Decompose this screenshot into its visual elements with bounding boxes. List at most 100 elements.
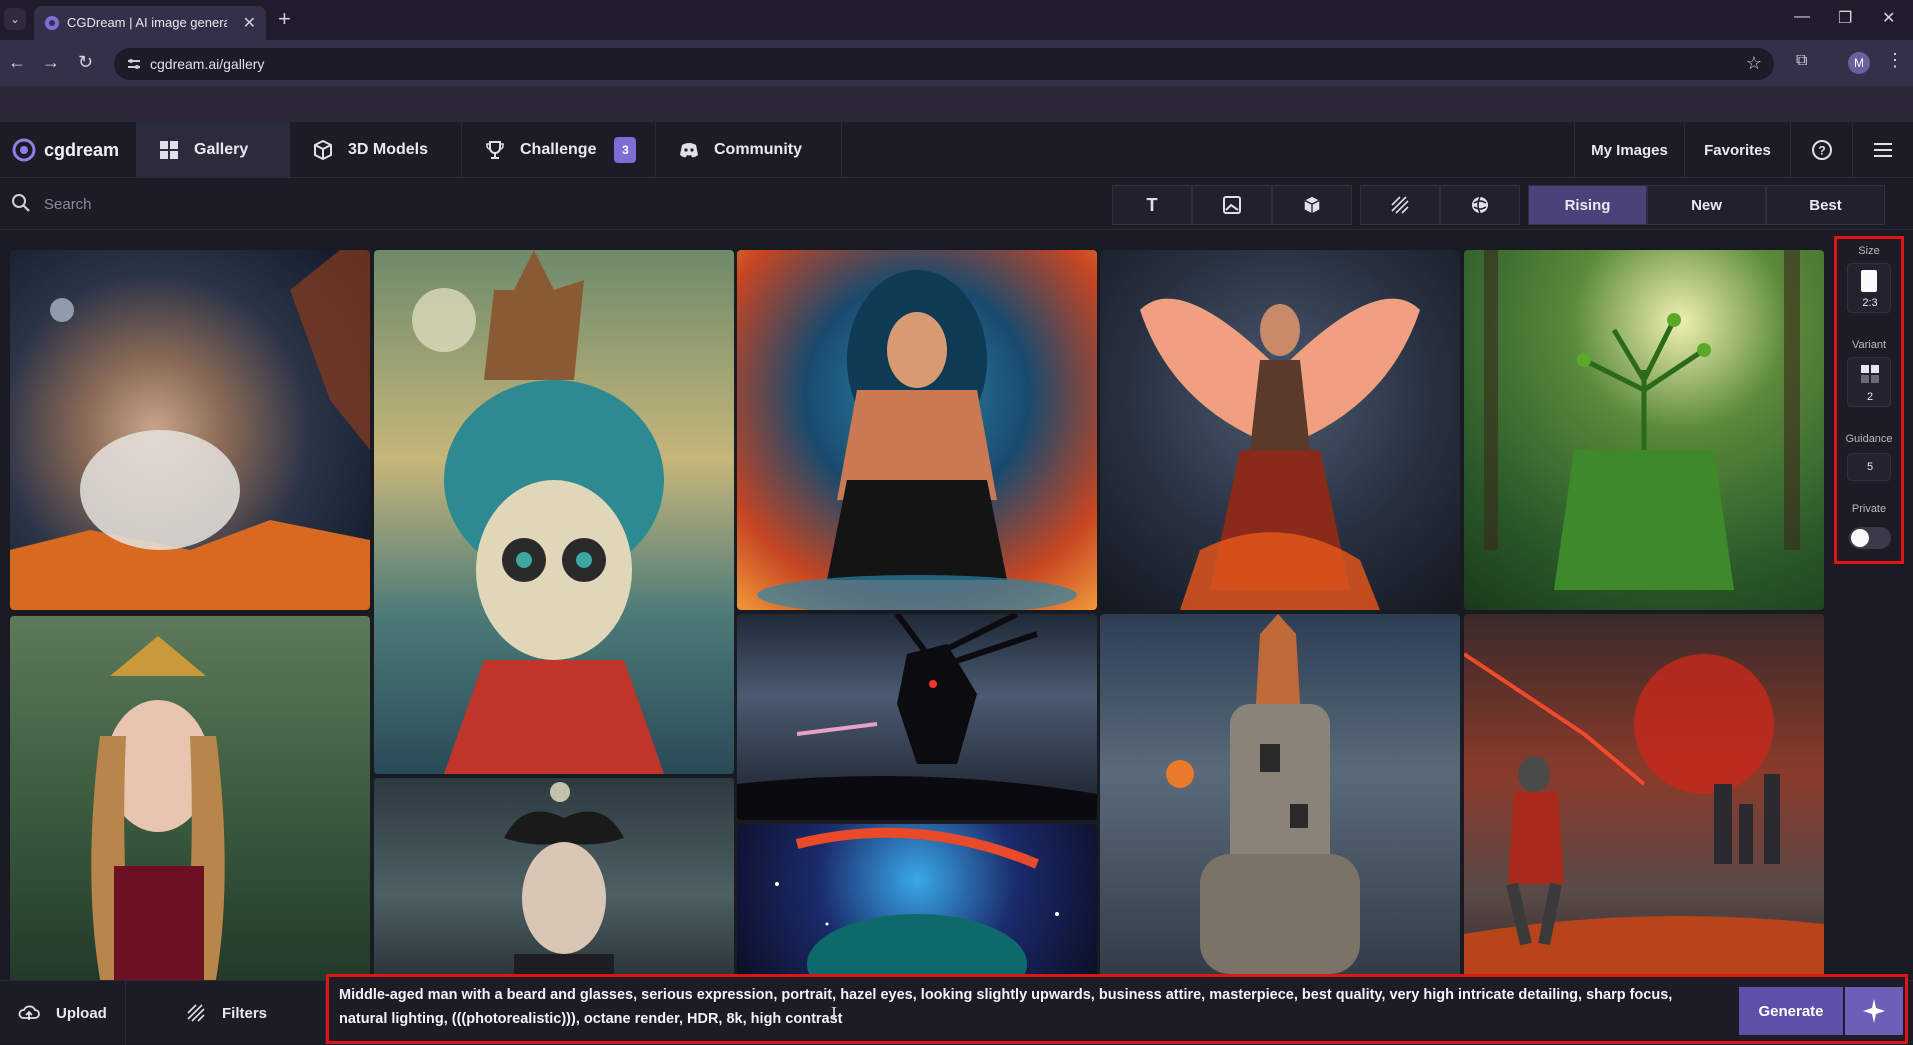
prompt-text[interactable]: Middle-aged man with a beard and glasses… <box>339 983 1719 1031</box>
sort-best-label: Best <box>1809 196 1842 214</box>
browser-tab[interactable]: CGDream | AI image generator ✕ <box>34 6 266 40</box>
text-icon: T <box>1146 194 1158 215</box>
sort-rising-button[interactable]: Rising <box>1528 185 1647 225</box>
logo-text: cgdream <box>44 139 120 160</box>
filters-label: Filters <box>222 1004 268 1022</box>
extensions-icon[interactable]: ⧉ <box>1796 52 1807 70</box>
generation-settings-panel: Size 2:3 Variant 2 Guidance 5 Private <box>1834 236 1904 564</box>
prompt-input-area[interactable]: Middle-aged man with a beard and glasses… <box>326 974 1908 1044</box>
restore-icon[interactable]: ❐ <box>1838 8 1852 28</box>
nav-community[interactable]: Community <box>656 122 842 178</box>
toggle-knob <box>1851 529 1869 547</box>
variant-label: Variant <box>1851 339 1887 351</box>
sort-best-button[interactable]: Best <box>1766 185 1885 225</box>
hedge-planter-tree-image <box>1484 250 1800 590</box>
back-icon[interactable]: ← <box>8 52 26 73</box>
sort-new-label: New <box>1691 196 1722 214</box>
gallery-image-hedge-plant[interactable] <box>1464 250 1824 610</box>
upload-cloud-icon <box>18 1005 40 1020</box>
filter-image-button[interactable] <box>1192 185 1272 225</box>
filter-3d-button[interactable] <box>1272 185 1352 225</box>
nav-3d-models[interactable]: 3D Models <box>290 122 462 178</box>
menu-button[interactable] <box>1852 122 1913 178</box>
princess-portrait-image <box>91 636 225 1010</box>
cgdream-logo[interactable]: cgdream <box>12 136 119 164</box>
skill-sparkle-icon <box>1863 999 1885 1023</box>
close-tab-icon[interactable]: ✕ <box>243 13 256 33</box>
page-top-band <box>0 86 1913 122</box>
tab-list-button[interactable]: ⌄ <box>4 8 26 30</box>
site-settings-icon[interactable] <box>126 56 142 72</box>
trophy-icon <box>486 141 504 159</box>
variants-grid-icon <box>1861 365 1879 383</box>
search-icon <box>12 194 30 212</box>
nav-challenge-label: Challenge <box>520 141 597 158</box>
size-label: Size <box>1858 245 1880 257</box>
help-icon: ? <box>1811 140 1832 160</box>
favorites-label: Favorites <box>1704 141 1771 159</box>
skill-button[interactable] <box>1845 987 1903 1035</box>
gallery-image-old-man[interactable] <box>10 250 370 610</box>
sort-rising-label: Rising <box>1564 196 1611 214</box>
gallery-image-steampunk-skull[interactable] <box>374 250 734 774</box>
hamburger-icon <box>1874 143 1892 157</box>
gallery-image-princess[interactable] <box>10 616 370 1010</box>
gallery-image-warrior-throne[interactable] <box>737 250 1097 610</box>
astronaut-ruined-city-image <box>1464 652 1824 1010</box>
cgdream-favicon-icon <box>45 16 59 30</box>
nav-challenge[interactable]: Challenge 3 <box>462 122 656 178</box>
generate-button[interactable]: Generate <box>1739 987 1843 1035</box>
guidance-input[interactable]: 5 <box>1847 453 1891 481</box>
bookmark-star-icon[interactable]: ☆ <box>1746 53 1762 74</box>
upload-label: Upload <box>56 1004 107 1022</box>
url-bar[interactable]: cgdream.ai/gallery ☆ <box>114 48 1774 80</box>
close-window-icon[interactable]: ✕ <box>1882 8 1895 28</box>
filter-sphere-button[interactable] <box>1440 185 1520 225</box>
image-icon <box>1223 196 1241 214</box>
gallery-image-fantasy-tower[interactable] <box>1100 614 1460 1010</box>
size-value: 2:3 <box>1862 297 1878 309</box>
forward-icon[interactable]: → <box>42 52 60 73</box>
my-images-label: My Images <box>1591 141 1668 159</box>
nav-community-label: Community <box>714 141 802 158</box>
favorites-button[interactable]: Favorites <box>1684 122 1790 178</box>
portrait-ratio-icon <box>1861 270 1877 292</box>
cube-icon <box>314 139 332 161</box>
private-label: Private <box>1851 503 1887 515</box>
cube-icon <box>1304 196 1320 214</box>
search-row: T Rising New Best <box>0 178 1913 230</box>
svg-text:?: ? <box>1818 144 1825 158</box>
help-button[interactable]: ? <box>1790 122 1852 178</box>
browser-menu-icon[interactable]: ⋮ <box>1886 50 1904 71</box>
search-input[interactable] <box>44 190 844 218</box>
steampunk-skull-image <box>412 250 664 774</box>
minimize-icon[interactable]: — <box>1794 8 1810 26</box>
filter-text-button[interactable]: T <box>1112 185 1192 225</box>
private-toggle[interactable] <box>1849 527 1891 549</box>
gallery-image-alien-fight[interactable] <box>737 614 1097 820</box>
browser-tab-bar: ⌄ CGDream | AI image generator ✕ + — ❐ ✕ <box>0 0 1913 40</box>
profile-avatar[interactable]: M <box>1848 52 1870 74</box>
upload-button[interactable]: Upload <box>0 981 126 1045</box>
nav-gallery[interactable]: Gallery <box>136 122 290 178</box>
phoenix-winged-woman-image <box>1140 298 1420 610</box>
gallery-image-phoenix-woman[interactable] <box>1100 250 1460 610</box>
filter-texture-button[interactable] <box>1360 185 1440 225</box>
generate-label: Generate <box>1758 1002 1824 1020</box>
new-tab-icon[interactable]: + <box>278 6 291 32</box>
filters-button[interactable]: Filters <box>126 981 326 1045</box>
app-header: cgdream Gallery 3D Models Challenge 3 Co… <box>0 122 1913 178</box>
url-text: cgdream.ai/gallery <box>150 56 265 72</box>
discord-icon <box>680 143 698 158</box>
variant-selector[interactable]: 2 <box>1847 357 1891 407</box>
nav-3d-models-label: 3D Models <box>348 141 429 158</box>
sort-new-button[interactable]: New <box>1647 185 1766 225</box>
guidance-value: 5 <box>1866 461 1874 473</box>
tab-title: CGDream | AI image generator <box>67 15 227 30</box>
my-images-button[interactable]: My Images <box>1574 122 1684 178</box>
gallery-image-astronaut-city[interactable] <box>1464 614 1824 1010</box>
fantasy-tower-house-image <box>1166 614 1360 974</box>
sphere-icon <box>1472 196 1488 214</box>
reload-icon[interactable]: ↻ <box>78 52 93 73</box>
size-selector[interactable]: 2:3 <box>1847 263 1891 313</box>
